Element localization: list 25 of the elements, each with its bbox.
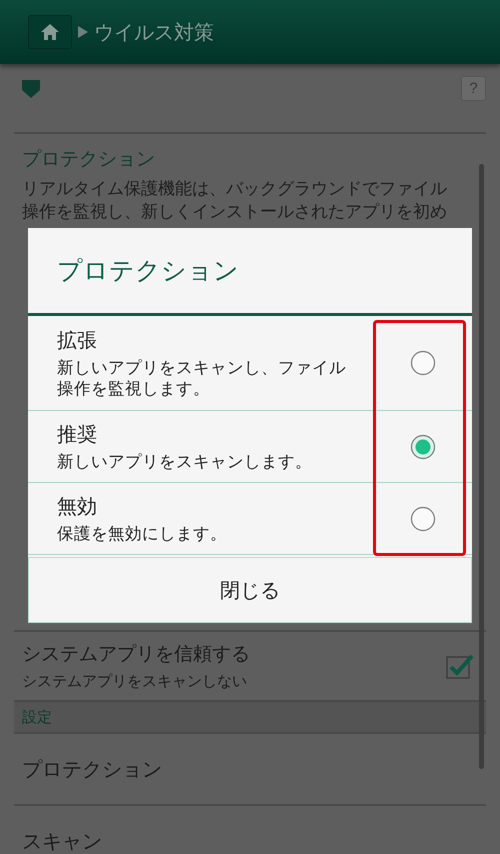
shield-icon xyxy=(22,80,40,98)
checkbox[interactable] xyxy=(446,653,474,679)
radio-button[interactable] xyxy=(410,506,436,532)
radio-button[interactable] xyxy=(410,350,436,376)
breadcrumb-title: ウイルス対策 xyxy=(94,18,214,46)
option-row[interactable]: 拡張 新しいアプリをスキャンし、ファイル操作を監視します。 xyxy=(28,316,472,411)
home-icon xyxy=(41,24,59,40)
section-description: リアルタイム保護機能は、バックグラウンドでファイル操作を監視し、新しくインストールされたアプリを初め xyxy=(22,178,448,224)
setting-title: システムアプリを信頼する xyxy=(22,642,250,667)
section-title: プロテクション xyxy=(22,147,156,172)
option-description: 新しいアプリをスキャンし、ファイル操作を監視します。 xyxy=(57,357,347,399)
setting-subtitle: システムアプリをスキャンしない xyxy=(22,672,248,691)
chevron-icon xyxy=(78,26,88,38)
option-label: 拡張 xyxy=(57,327,98,354)
option-row[interactable]: 推奨 新しいアプリをスキャンします。 xyxy=(28,411,472,483)
close-button[interactable]: 閉じる xyxy=(28,557,472,623)
option-row[interactable]: 無効 保護を無効にします。 xyxy=(28,483,472,555)
section-header: 設定 xyxy=(14,700,486,734)
radio-button[interactable] xyxy=(410,434,436,460)
home-button[interactable] xyxy=(28,15,72,49)
option-description: 保護を無効にします。 xyxy=(57,523,228,544)
option-label: 無効 xyxy=(57,493,98,520)
option-label: 推奨 xyxy=(57,421,98,448)
option-description: 新しいアプリをスキャンします。 xyxy=(57,451,313,472)
dialog-title: プロテクション xyxy=(28,228,472,316)
